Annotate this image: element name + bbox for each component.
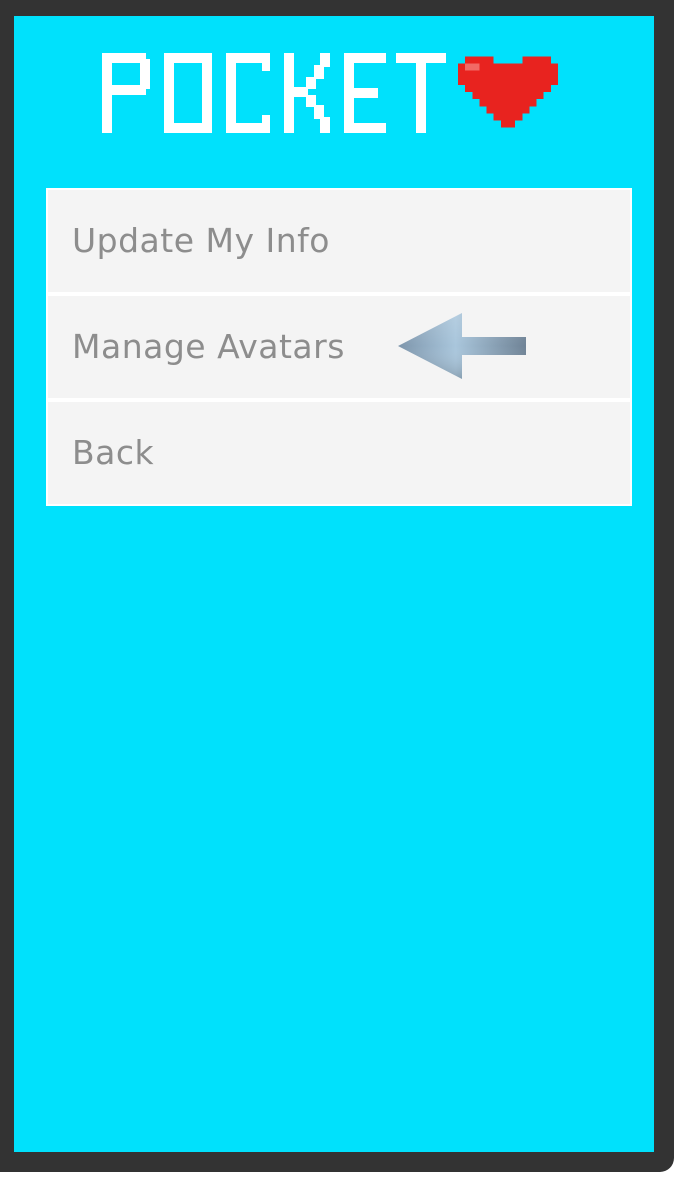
heart-icon (458, 56, 558, 128)
menu-item-label: Update My Info (72, 221, 330, 260)
device-frame: Update My Info Manage Avatars Back (0, 0, 674, 1172)
pocket-wordmark (102, 53, 446, 133)
settings-menu: Update My Info Manage Avatars Back (46, 188, 632, 506)
menu-item-label: Manage Avatars (72, 327, 345, 366)
app-logo (102, 53, 562, 133)
menu-item-manage-avatars[interactable]: Manage Avatars (48, 296, 630, 398)
app-screen: Update My Info Manage Avatars Back (14, 16, 654, 1152)
menu-item-update-my-info[interactable]: Update My Info (48, 190, 630, 292)
menu-item-back[interactable]: Back (48, 402, 630, 504)
arrow-left-icon (398, 313, 528, 379)
menu-item-label: Back (72, 433, 155, 472)
